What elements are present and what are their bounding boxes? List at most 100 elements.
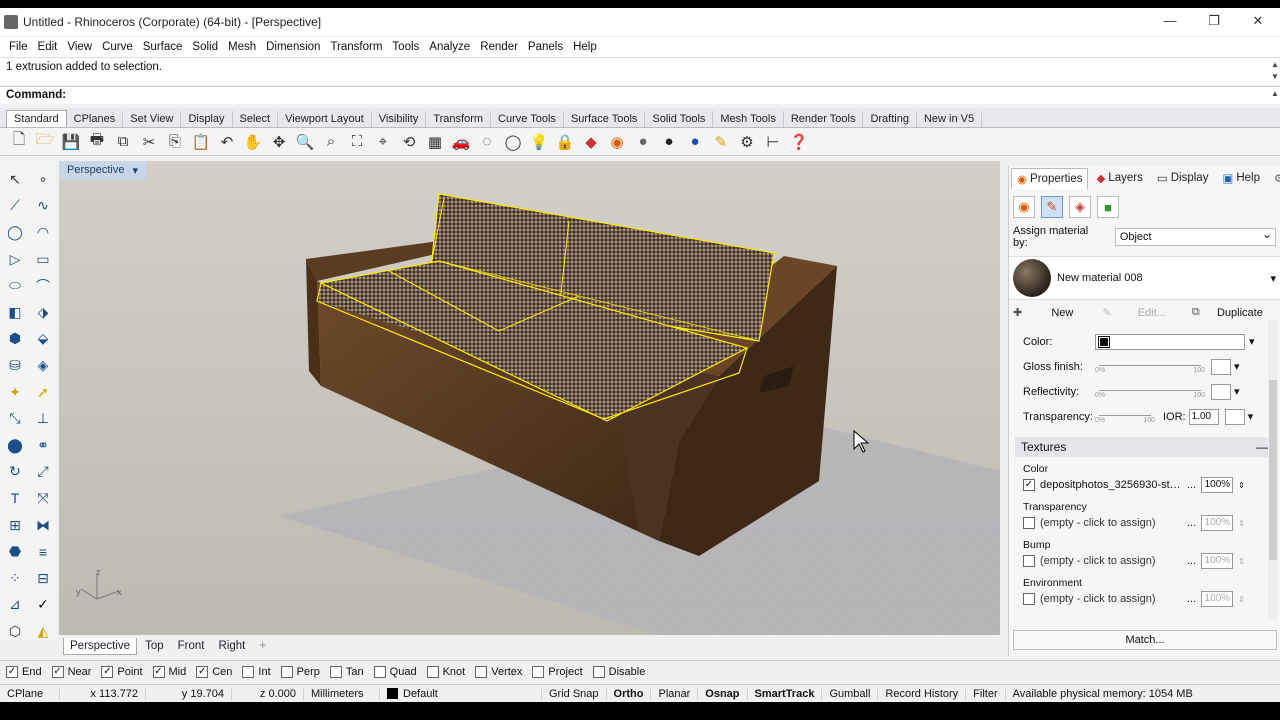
texture-mapping-icon[interactable]: ■ bbox=[1097, 196, 1119, 218]
texture-color-checkbox[interactable]: ✓ bbox=[1023, 479, 1035, 491]
gear-icon[interactable]: ⚙ bbox=[736, 131, 758, 153]
select-arrow-icon[interactable]: ↖ bbox=[2, 166, 28, 193]
lock-icon[interactable]: 🔒 bbox=[554, 131, 576, 153]
cut-icon[interactable]: ✂ bbox=[138, 131, 160, 153]
status-record-history[interactable]: Record History bbox=[878, 687, 967, 700]
group-icon[interactable]: ⊟ bbox=[30, 565, 56, 592]
osnap-point[interactable]: ✓ Point bbox=[101, 665, 143, 678]
align-icon[interactable]: ⊥ bbox=[30, 405, 56, 432]
menu-solid[interactable]: Solid bbox=[187, 41, 223, 53]
close-button[interactable]: ✕ bbox=[1236, 8, 1280, 36]
osnap-end[interactable]: ✓ End bbox=[6, 665, 42, 678]
copy-icon[interactable]: ⎘ bbox=[164, 131, 186, 153]
status-ortho[interactable]: Ortho bbox=[607, 687, 652, 700]
restore-button[interactable]: ❐ bbox=[1192, 8, 1236, 36]
texture-environment-more[interactable]: ... bbox=[1187, 593, 1196, 605]
tab-solid-tools[interactable]: Solid Tools bbox=[645, 111, 714, 127]
ellipse-icon[interactable]: ⬭ bbox=[2, 272, 28, 299]
osnap-int[interactable]: Int bbox=[242, 665, 271, 678]
status-planar[interactable]: Planar bbox=[651, 687, 699, 700]
viewport-tab-perspective[interactable]: Perspective bbox=[63, 637, 138, 655]
tab-visibility[interactable]: Visibility bbox=[372, 111, 427, 127]
save-icon[interactable]: 💾 bbox=[60, 131, 82, 153]
boolean-icon[interactable]: ✦ bbox=[2, 379, 28, 406]
osnap-vertex[interactable]: Vertex bbox=[475, 665, 522, 678]
texture-bump-name[interactable]: (empty - click to assign) bbox=[1040, 555, 1182, 567]
viewport-tab-front[interactable]: Front bbox=[172, 638, 211, 654]
texture-transparency-spinner-icon[interactable]: ⇕ bbox=[1238, 519, 1245, 528]
viewport-tab-right[interactable]: Right bbox=[212, 638, 251, 654]
loft-icon[interactable]: ⬗ bbox=[30, 299, 56, 326]
osnap-perp-checkbox[interactable] bbox=[280, 665, 293, 678]
status-cplane[interactable]: CPlane bbox=[0, 687, 60, 700]
block-icon[interactable]: ⬣ bbox=[2, 538, 28, 565]
osnap-cen[interactable]: ✓ Cen bbox=[196, 665, 232, 678]
color-picker[interactable] bbox=[1095, 333, 1245, 350]
status-grid-snap[interactable]: Grid Snap bbox=[542, 687, 607, 700]
panel-scroll-thumb[interactable] bbox=[1269, 380, 1277, 560]
object-properties-icon[interactable]: ◉ bbox=[1013, 196, 1035, 218]
tab-set-view[interactable]: Set View bbox=[123, 111, 182, 127]
command-scroll-icon[interactable]: ▲ bbox=[1270, 89, 1280, 98]
material-selector[interactable]: New material 008 ▾ bbox=[1009, 256, 1280, 300]
menu-edit[interactable]: Edit bbox=[33, 41, 63, 53]
arrow-icon[interactable]: ➚ bbox=[30, 379, 56, 406]
gloss-slider[interactable]: 0% 100 bbox=[1095, 359, 1205, 375]
status-osnap[interactable]: Osnap bbox=[698, 687, 748, 700]
tab-transform[interactable]: Transform bbox=[426, 111, 492, 127]
print-icon[interactable]: 🖶 bbox=[86, 131, 108, 153]
rotate-view-icon[interactable]: ✥ bbox=[268, 131, 290, 153]
status-gumball[interactable]: Gumball bbox=[822, 687, 879, 700]
cylinder-icon[interactable]: ⛁ bbox=[2, 352, 28, 379]
sphere-gray-icon[interactable]: ● bbox=[632, 131, 654, 153]
triangle-icon[interactable]: ▷ bbox=[2, 246, 28, 273]
osnap-mid[interactable]: ✓ Mid bbox=[152, 665, 186, 678]
panel-scrollbar[interactable] bbox=[1268, 320, 1278, 620]
menu-view[interactable]: View bbox=[62, 41, 97, 53]
osnap-tan-checkbox[interactable] bbox=[329, 665, 342, 678]
bulb-icon[interactable]: 💡 bbox=[528, 131, 550, 153]
osnap-near[interactable]: ✓ Near bbox=[51, 665, 91, 678]
perspective-viewport[interactable]: Perspective ▾ z x y bbox=[59, 161, 1000, 635]
texture-color-amount[interactable]: 100% bbox=[1201, 477, 1234, 493]
osnap-point-checkbox[interactable]: ✓ bbox=[101, 665, 114, 678]
tab-display-panel[interactable]: ▭ Display bbox=[1151, 167, 1215, 189]
osnap-end-checkbox[interactable]: ✓ bbox=[6, 665, 18, 678]
menu-mesh[interactable]: Mesh bbox=[223, 41, 261, 53]
zoom-icon[interactable]: 🔍 bbox=[294, 131, 316, 153]
gloss-dropdown-icon[interactable]: ▾ bbox=[1234, 360, 1240, 373]
extrude-icon[interactable]: ⬙ bbox=[30, 326, 56, 353]
texture-transparency-amount[interactable]: 100% bbox=[1201, 515, 1234, 531]
osnap-project[interactable]: Project bbox=[532, 665, 583, 678]
menu-panels[interactable]: Panels bbox=[523, 41, 568, 53]
text-icon[interactable]: T bbox=[2, 485, 28, 512]
car-icon[interactable]: 🚗 bbox=[450, 131, 472, 153]
check-icon[interactable]: ✓ bbox=[30, 592, 56, 619]
tab-mesh-tools[interactable]: Mesh Tools bbox=[713, 111, 784, 127]
help-icon[interactable]: ❓ bbox=[788, 131, 810, 153]
point-icon[interactable]: ∘ bbox=[30, 166, 56, 193]
material-properties-icon[interactable]: ✎ bbox=[1041, 196, 1063, 218]
tab-cplanes[interactable]: CPlanes bbox=[67, 111, 124, 127]
texture-environment-spinner-icon[interactable]: ⇕ bbox=[1238, 595, 1245, 604]
color-wheel-icon[interactable]: ◉ bbox=[606, 131, 628, 153]
menu-transform[interactable]: Transform bbox=[325, 41, 387, 53]
tab-viewport-layout[interactable]: Viewport Layout bbox=[278, 111, 372, 127]
reflectivity-slider[interactable]: 0% 100 bbox=[1095, 384, 1205, 400]
move-icon[interactable]: ⤡ bbox=[2, 405, 28, 432]
ior-input[interactable]: 1.00 bbox=[1188, 408, 1219, 425]
osnap-tan[interactable]: Tan bbox=[329, 665, 364, 678]
osnap-near-checkbox[interactable]: ✓ bbox=[51, 665, 64, 678]
pen-icon[interactable]: ✎ bbox=[710, 131, 732, 153]
osnap-disable-checkbox[interactable] bbox=[592, 665, 605, 678]
grid-icon[interactable]: ▦ bbox=[424, 131, 446, 153]
osnap-cen-checkbox[interactable]: ✓ bbox=[196, 665, 209, 678]
curve-icon[interactable]: ∿ bbox=[30, 193, 56, 220]
material-dropdown-chevron-icon[interactable]: ▾ bbox=[1270, 272, 1276, 285]
menu-file[interactable]: File bbox=[4, 41, 33, 53]
paint-icon[interactable]: ◭ bbox=[30, 618, 56, 645]
tab-surface-tools[interactable]: Surface Tools bbox=[564, 111, 646, 127]
undo-icon[interactable]: ↶ bbox=[216, 131, 238, 153]
new-material-button[interactable]: New bbox=[1026, 307, 1098, 319]
collapse-textures-icon[interactable]: — bbox=[1256, 440, 1268, 454]
